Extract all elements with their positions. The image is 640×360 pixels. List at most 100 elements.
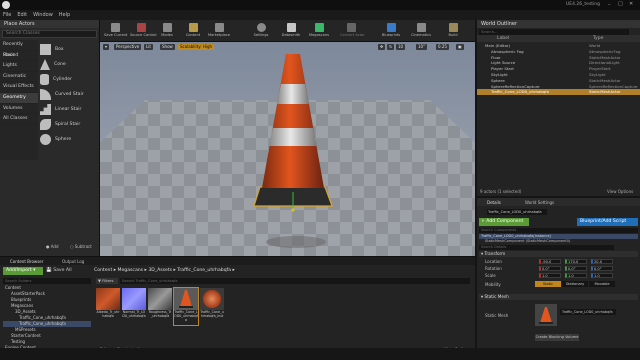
- world-settings-tab[interactable]: World Settings: [525, 200, 554, 205]
- category-basic[interactable]: Basic: [0, 51, 38, 62]
- outliner-view-options[interactable]: View Options: [607, 189, 633, 194]
- settings-button[interactable]: Settings: [250, 22, 272, 41]
- minimize-button[interactable]: –: [608, 2, 611, 8]
- breadcrumb-item[interactable]: 3D_Assets: [148, 268, 172, 273]
- col-type-header[interactable]: Type: [593, 35, 603, 42]
- maximize-button[interactable]: □: [618, 1, 623, 7]
- asset-tile-selected[interactable]: Traffic_Cone_LOD0_uhrhabqfa: [173, 287, 199, 326]
- search-details[interactable]: Search Details: [479, 245, 614, 250]
- add-mode-button[interactable]: ● Add: [46, 244, 59, 249]
- outliner-search[interactable]: Search...: [479, 28, 629, 35]
- scale-z[interactable]: 1.0: [591, 273, 613, 278]
- location-z[interactable]: 20.0: [591, 259, 613, 264]
- asset-name: Traffic_Cone_LOD0_uhrhabqfa: [174, 310, 198, 322]
- translate-mode-button[interactable]: ✥: [378, 44, 386, 50]
- actor-item-box[interactable]: Box: [40, 42, 98, 57]
- asset-tile[interactable]: Normal_Tr_LOD0_uhrhabqfa: [122, 288, 146, 325]
- convert-actor-button[interactable]: Convert Actor: [340, 22, 365, 41]
- place-actors-tab[interactable]: Place Actors: [0, 20, 99, 28]
- search-folders[interactable]: Search Folders: [3, 278, 91, 284]
- search-components[interactable]: Search Components: [479, 228, 638, 233]
- menu-file[interactable]: File: [0, 10, 14, 20]
- angle-snap-value[interactable]: 10°: [416, 44, 428, 50]
- cinematics-button[interactable]: Cinematics: [410, 22, 432, 41]
- location-x[interactable]: -90.0: [539, 259, 561, 264]
- col-label-header[interactable]: Label: [497, 35, 509, 42]
- breadcrumb-item[interactable]: Traffic_Cone_uhrhabqfa: [177, 268, 231, 273]
- level-viewport[interactable]: ▾ Perspective Lit Show Scalability: High…: [100, 42, 475, 256]
- source-control-button[interactable]: Source Control: [130, 22, 156, 41]
- menu-edit[interactable]: Edit: [14, 10, 30, 20]
- scalability-badge[interactable]: Scalability: High: [178, 44, 215, 50]
- component-child[interactable]: StaticMeshComponent (StaticMeshComponent…: [485, 239, 570, 243]
- location-y[interactable]: 170.0: [565, 259, 587, 264]
- asset-tile[interactable]: Traffic_Cone_uhrhabqfa_inst: [200, 288, 224, 325]
- grid-snap-value[interactable]: 10: [396, 44, 406, 50]
- asset-tile[interactable]: Albedo_Tr_uhrhabqfa: [96, 288, 120, 325]
- actor-item-sphere[interactable]: Sphere: [40, 132, 98, 147]
- output-log-tab[interactable]: Output Log: [62, 259, 84, 264]
- scale-x[interactable]: 1.0: [539, 273, 561, 278]
- breadcrumb-item[interactable]: Content: [94, 268, 112, 273]
- ue-logo-icon[interactable]: [2, 1, 10, 9]
- menu-help[interactable]: Help: [56, 10, 73, 20]
- actor-name-field[interactable]: Traffic_Cone_LOD0_uhrhabqfa: [487, 209, 547, 215]
- breadcrumb-item[interactable]: Megascans: [118, 268, 144, 273]
- rotation-z[interactable]: 0.0°: [591, 266, 613, 271]
- world-outliner-tab[interactable]: World Outliner: [477, 20, 640, 28]
- content-button[interactable]: Content: [182, 22, 204, 41]
- category-lights[interactable]: Lights: [0, 61, 38, 72]
- mobility-stationary[interactable]: Stationary: [562, 281, 588, 287]
- datasmith-button[interactable]: Datasmith: [280, 22, 302, 41]
- place-actors-search[interactable]: Search Classes: [2, 30, 97, 38]
- category-visual-effects[interactable]: Visual Effects: [0, 82, 38, 93]
- actor-item-linear-stair[interactable]: Linear Stair: [40, 102, 98, 117]
- build-button[interactable]: Build: [442, 22, 464, 41]
- add-import-button[interactable]: Add/Import ▾: [3, 267, 43, 275]
- create-blocking-volume-button[interactable]: Create Blocking Volume: [535, 334, 579, 341]
- category-geometry[interactable]: Geometry: [0, 92, 38, 104]
- blueprints-button[interactable]: Blueprints: [380, 22, 402, 41]
- category-recently-placed[interactable]: Recently Placed: [0, 40, 38, 58]
- details-tab[interactable]: Details: [487, 200, 501, 205]
- lit-button[interactable]: Lit: [144, 44, 153, 50]
- actor-item-cylinder[interactable]: Cylinder: [40, 72, 98, 87]
- close-button[interactable]: ✕: [629, 1, 633, 7]
- blueprint-add-script-button[interactable]: Blueprint/Add Script: [577, 218, 638, 226]
- content-browser-tab[interactable]: Content Browser: [10, 259, 43, 264]
- scale-snap-value[interactable]: 0.25: [436, 44, 449, 50]
- subtract-mode-button[interactable]: ○ Subtract: [70, 244, 92, 249]
- mobility-movable[interactable]: Movable: [589, 281, 615, 287]
- actor-item-cone[interactable]: Cone: [40, 57, 98, 72]
- show-button[interactable]: Show: [160, 44, 175, 50]
- perspective-button[interactable]: Perspective: [114, 44, 142, 50]
- search-assets[interactable]: Search Traffic_Cone_uhrhabqfa: [120, 278, 470, 284]
- category-cinematic[interactable]: Cinematic: [0, 72, 38, 83]
- transform-header[interactable]: ▾ Transform: [479, 251, 638, 257]
- static-mesh-thumbnail[interactable]: [535, 304, 557, 326]
- add-component-button[interactable]: + Add Component: [479, 218, 529, 226]
- rotation-y[interactable]: 0.0°: [565, 266, 587, 271]
- marketplace-button[interactable]: Marketplace: [208, 22, 230, 41]
- save-all-button[interactable]: 💾 Save All: [46, 267, 72, 275]
- rotate-mode-button[interactable]: ↻: [387, 44, 395, 50]
- asset-tile[interactable]: Roughness_Tr_uhrhabqfa: [148, 288, 172, 325]
- scale-y[interactable]: 1.0: [565, 273, 587, 278]
- category-volumes[interactable]: Volumes: [0, 104, 38, 115]
- outliner-row-selected[interactable]: Traffic_Cone_LOD0_uhrhabqfa StaticMeshAct…: [477, 89, 640, 96]
- static-mesh-header[interactable]: ▾ Static Mesh: [479, 294, 638, 300]
- rotation-x[interactable]: 0.0°: [539, 266, 561, 271]
- actor-item-curved-stair[interactable]: Curved Stair: [40, 87, 98, 102]
- mobility-static[interactable]: Static: [535, 281, 561, 287]
- static-mesh-value[interactable]: Traffic_Cone_LOD0_uhrhabqfa: [560, 309, 616, 315]
- asset-thumbnail: [122, 288, 146, 310]
- filters-button[interactable]: ▼ Filters: [96, 278, 118, 284]
- menu-window[interactable]: Window: [30, 10, 56, 20]
- viewport-options-button[interactable]: ▾: [103, 44, 110, 50]
- megascans-button[interactable]: Megascans: [308, 22, 330, 41]
- category-all-classes[interactable]: All Classes: [0, 114, 38, 125]
- camera-speed-button[interactable]: ▣: [456, 44, 464, 50]
- save-current-button[interactable]: Save Current: [104, 22, 127, 41]
- actor-item-spiral-stair[interactable]: Spiral Stair: [40, 117, 98, 132]
- modes-button[interactable]: Modes: [156, 22, 178, 41]
